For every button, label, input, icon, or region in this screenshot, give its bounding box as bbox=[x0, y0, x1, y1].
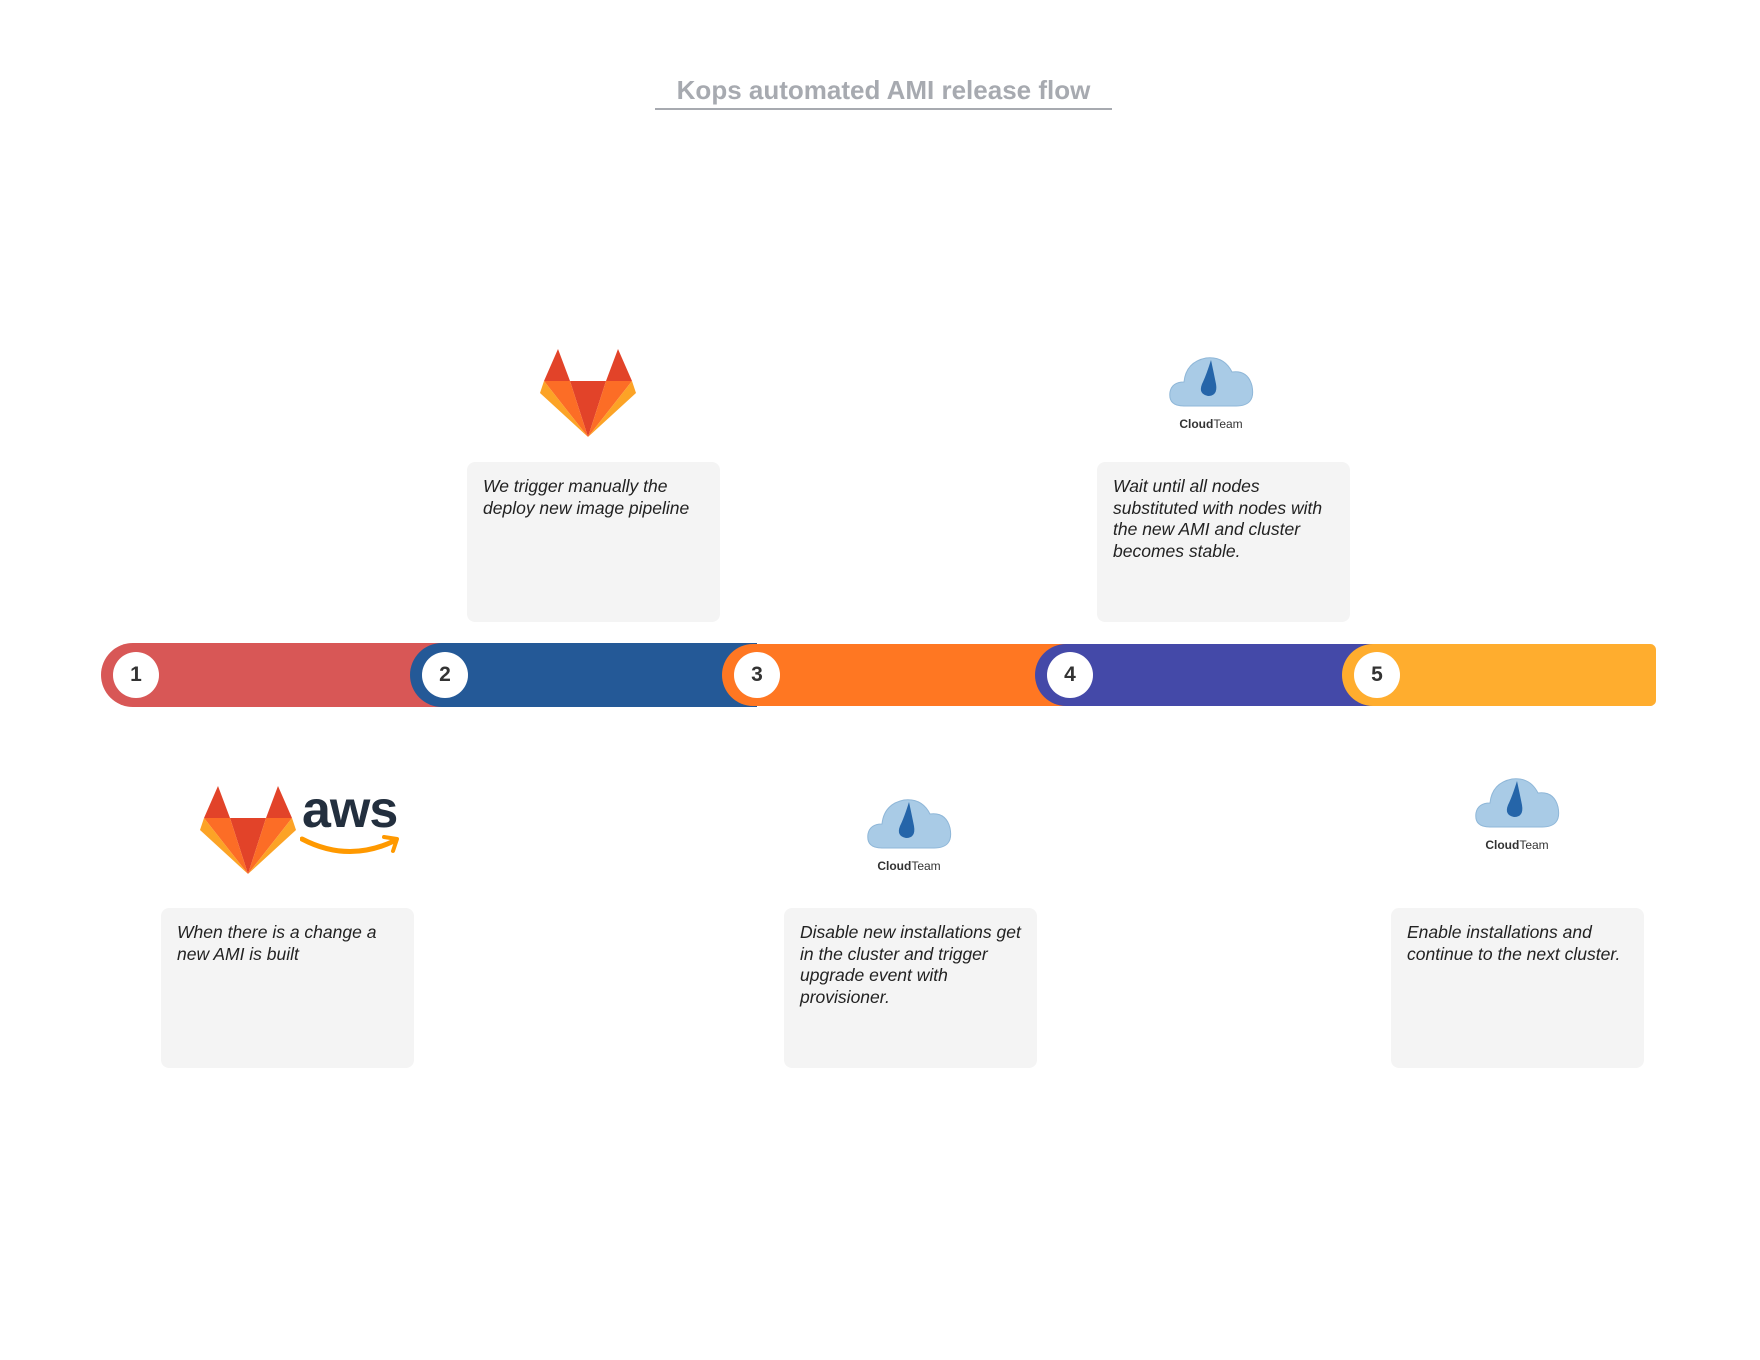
diagram-title: Kops automated AMI release flow bbox=[676, 75, 1091, 105]
cloudteam-regular-text: Team bbox=[1519, 838, 1549, 852]
gitlab-logo bbox=[540, 349, 636, 437]
step-card-3: Disable new installations get in the clu… bbox=[784, 908, 1037, 1068]
step-marker-5: 5 bbox=[1354, 652, 1400, 698]
step-card-2: We trigger manually the deploy new image… bbox=[467, 462, 720, 622]
gitlab-logo bbox=[200, 786, 296, 874]
step-card-1: When there is a change a new AMI is buil… bbox=[161, 908, 414, 1068]
step-marker-4: 4 bbox=[1047, 652, 1093, 698]
step-card-5: Enable installations and continue to the… bbox=[1391, 908, 1644, 1068]
title-underline bbox=[655, 108, 1112, 110]
cloudteam-logo-text: CloudTeam bbox=[859, 859, 959, 873]
aws-logo-text: aws bbox=[302, 781, 398, 839]
step-card-4: Wait until all nodes substituted with no… bbox=[1097, 462, 1350, 622]
cloudteam-logo-text: CloudTeam bbox=[1161, 417, 1261, 431]
step-marker-1: 1 bbox=[113, 652, 159, 698]
step-marker-2: 2 bbox=[422, 652, 468, 698]
cloudteam-logo bbox=[867, 799, 952, 849]
cloudteam-regular-text: Team bbox=[911, 859, 941, 873]
cloudteam-logo bbox=[1169, 357, 1254, 407]
cloudteam-bold-text: Cloud bbox=[877, 859, 912, 873]
cloudteam-bold-text: Cloud bbox=[1485, 838, 1520, 852]
step-marker-3: 3 bbox=[734, 652, 780, 698]
aws-smile-icon bbox=[300, 835, 399, 854]
cloudteam-logo-text: CloudTeam bbox=[1467, 838, 1567, 852]
cloudteam-bold-text: Cloud bbox=[1179, 417, 1214, 431]
cloudteam-logo bbox=[1475, 778, 1560, 828]
cloudteam-regular-text: Team bbox=[1213, 417, 1243, 431]
